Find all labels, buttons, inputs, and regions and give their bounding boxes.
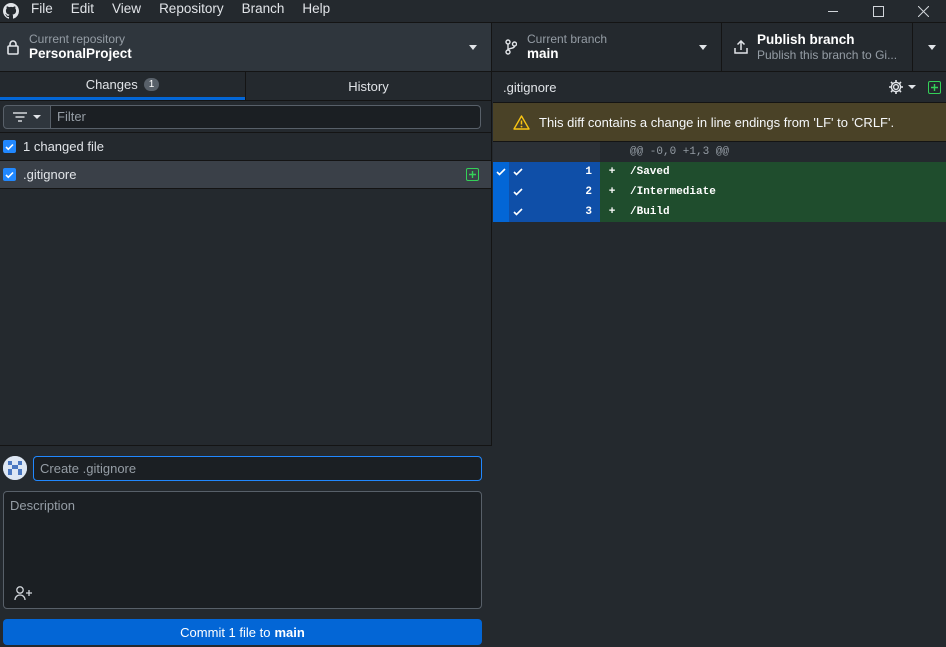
chevron-down-icon	[908, 85, 916, 89]
commit-button-branch: main	[274, 624, 305, 640]
changed-files-header: 1 changed file	[0, 133, 491, 161]
file-list-item[interactable]: .gitignore	[0, 161, 491, 189]
diff-header: .gitignore	[493, 72, 946, 103]
commit-description-box	[3, 491, 482, 609]
toolbar: Current repository PersonalProject Curre…	[0, 22, 946, 72]
diff-filename: .gitignore	[503, 79, 557, 95]
line-sign: +	[608, 186, 616, 198]
add-coauthor-icon[interactable]	[13, 584, 35, 602]
file-added-icon	[466, 168, 479, 181]
filter-row	[0, 101, 491, 133]
commit-form: Commit 1 file to main	[0, 445, 492, 647]
diff-line[interactable]: 2 + /Intermediate	[493, 182, 946, 202]
repository-label: Current repository	[29, 32, 126, 46]
lock-icon	[4, 39, 22, 55]
menu-branch[interactable]: Branch	[233, 0, 294, 22]
gear-icon	[889, 80, 903, 94]
github-logo-icon	[0, 0, 22, 22]
diff-panel: .gitignore This diff contains a change i…	[493, 72, 946, 647]
window-controls	[811, 0, 946, 22]
diff-file-added-icon	[928, 81, 941, 94]
close-icon[interactable]	[901, 0, 946, 22]
line-number: 2	[562, 182, 600, 202]
line-check-icon	[509, 162, 562, 182]
line-select-area[interactable]	[493, 182, 509, 202]
changes-panel: Changes 1 History 1 changed file .gitign…	[0, 72, 492, 647]
diff-hunk-header: @@ -0,0 +1,3 @@	[493, 142, 946, 162]
hunk-text: @@ -0,0 +1,3 @@	[630, 146, 730, 158]
tab-changes[interactable]: Changes 1	[0, 72, 245, 100]
publish-branch-title: Publish branch	[757, 32, 855, 47]
diff-view: @@ -0,0 +1,3 @@ 1 + /Saved 2 + /Intermed…	[493, 142, 946, 222]
filter-input[interactable]	[51, 104, 481, 129]
chevron-down-icon	[33, 114, 41, 119]
file-checkbox[interactable]	[3, 168, 16, 181]
line-check-icon	[509, 182, 562, 202]
commit-summary-input[interactable]	[33, 456, 482, 481]
commit-button-label: Commit 1 file to	[180, 624, 271, 640]
line-sign: +	[608, 166, 616, 178]
line-select-area[interactable]	[493, 202, 509, 222]
check-icon	[5, 143, 14, 150]
branch-label: Current branch	[527, 32, 608, 46]
line-code: /Build	[630, 206, 670, 218]
current-branch-button[interactable]: Current branch main	[492, 23, 722, 71]
tab-history[interactable]: History	[245, 72, 491, 100]
diff-line[interactable]: 1 + /Saved	[493, 162, 946, 182]
diff-line[interactable]: 3 + /Build	[493, 202, 946, 222]
maximize-icon[interactable]	[856, 0, 901, 22]
filter-icon	[13, 111, 27, 122]
tab-changes-label: Changes	[85, 77, 138, 92]
avatar	[3, 456, 27, 480]
diff-settings-button[interactable]	[888, 79, 916, 95]
line-check-icon	[509, 202, 562, 222]
upload-icon	[732, 40, 750, 54]
menu-edit[interactable]: Edit	[62, 0, 103, 22]
publish-dropdown-icon[interactable]	[928, 45, 936, 50]
repository-dropdown-icon	[469, 45, 477, 50]
menu-help[interactable]: Help	[293, 0, 339, 22]
changed-files-count: 1 changed file	[23, 139, 104, 154]
line-sign: +	[608, 206, 616, 218]
branch-icon	[502, 39, 520, 55]
menu-repository[interactable]: Repository	[150, 0, 233, 22]
commit-description-input[interactable]	[4, 492, 481, 572]
publish-branch-subtitle: Publish this branch to Gi...	[757, 48, 898, 62]
line-select-check-icon[interactable]	[493, 162, 509, 182]
branch-dropdown-icon	[699, 45, 707, 50]
tab-history-label: History	[348, 78, 389, 94]
line-code: /Saved	[630, 166, 670, 178]
file-name: .gitignore	[23, 167, 77, 182]
branch-name: main	[527, 46, 559, 61]
line-code: /Intermediate	[630, 186, 716, 198]
menu-bar: File Edit View Repository Branch Help	[0, 0, 946, 22]
publish-branch-button[interactable]: Publish branch Publish this branch to Gi…	[722, 23, 946, 71]
line-number: 1	[562, 162, 600, 182]
warning-text: This diff contains a change in line endi…	[539, 114, 895, 130]
repository-name: PersonalProject	[29, 46, 132, 61]
line-number: 3	[562, 202, 600, 222]
tab-bar: Changes 1 History	[0, 72, 491, 101]
menu-file[interactable]: File	[22, 0, 62, 22]
warning-icon	[513, 114, 530, 130]
check-icon	[5, 171, 14, 178]
current-repository-button[interactable]: Current repository PersonalProject	[0, 23, 492, 71]
publish-divider	[912, 23, 913, 71]
menu-view[interactable]: View	[103, 0, 150, 22]
commit-button[interactable]: Commit 1 file to main	[3, 619, 482, 645]
filter-options-button[interactable]	[3, 104, 51, 129]
select-all-checkbox[interactable]	[3, 140, 16, 153]
line-endings-warning: This diff contains a change in line endi…	[493, 103, 946, 142]
changes-count-badge: 1	[143, 78, 160, 91]
minimize-icon[interactable]	[811, 0, 856, 22]
